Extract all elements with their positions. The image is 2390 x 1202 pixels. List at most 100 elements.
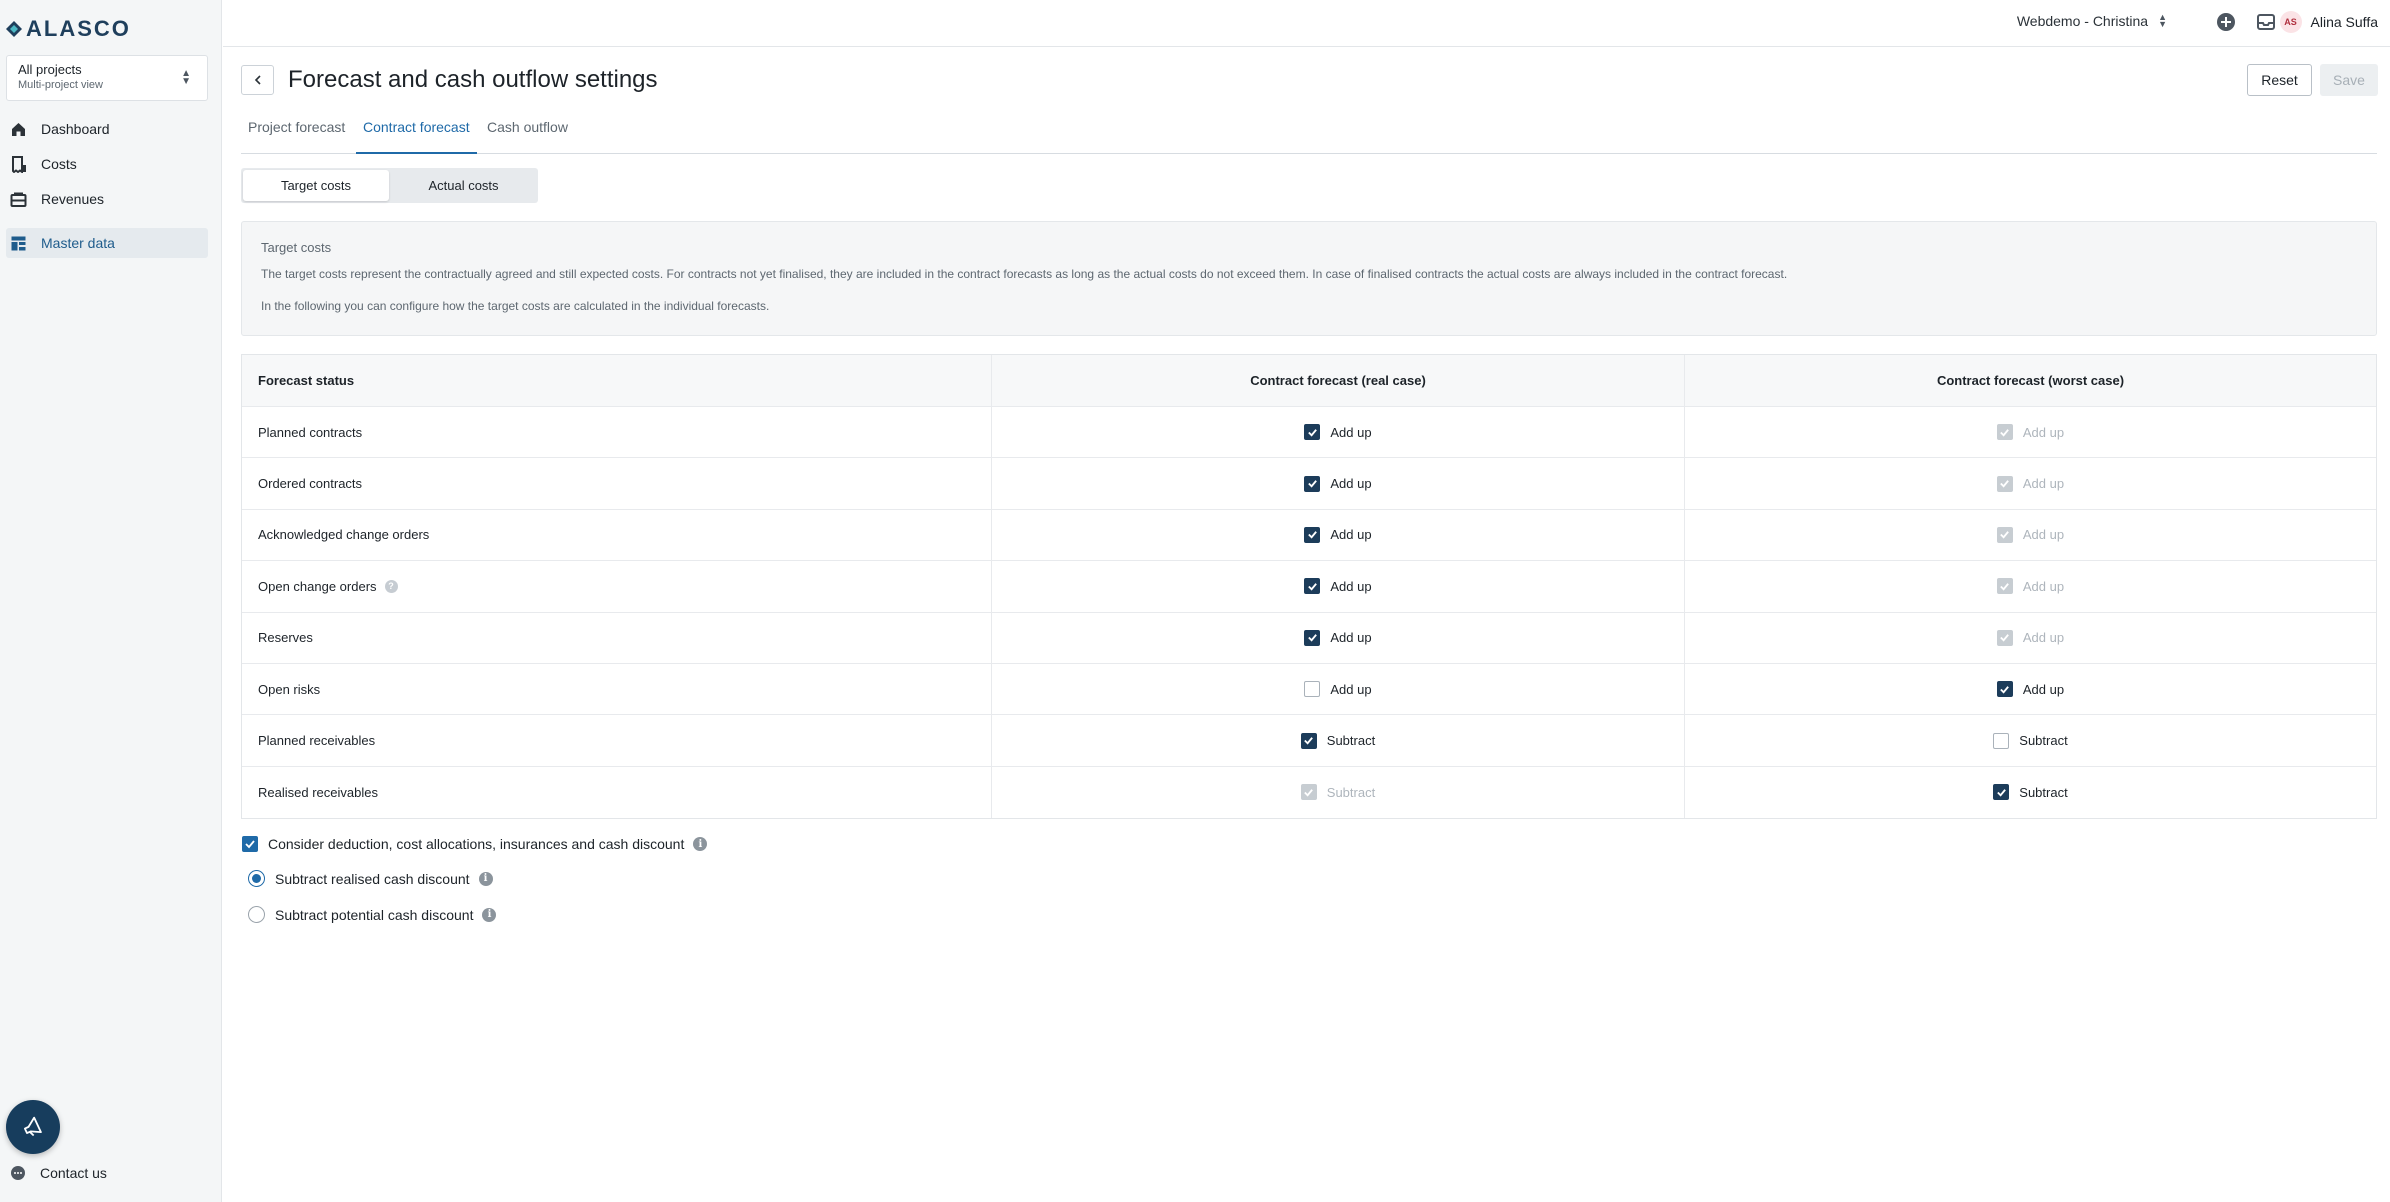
consider-deduction-checkbox[interactable]: Consider deduction, cost allocations, in… [242,836,708,852]
real-case-checkbox[interactable]: Add up [1304,526,1372,543]
updown-chevron-icon: ▲ ▼ [2158,12,2167,29]
real-case-checkbox[interactable]: Add up [1304,424,1372,441]
user-menu[interactable]: AS Alina Suffa [2279,11,2378,33]
sidebar-item-dashboard[interactable]: Dashboard [6,114,208,144]
checkbox-label: Add up [1330,681,1372,697]
forecast-status-cell: Open change orders ? [242,561,992,612]
receipt-icon [12,155,26,173]
table-row: Reserves Add up Add up [242,612,2376,664]
checkbox-checked-icon [1304,578,1321,595]
real-case-checkbox[interactable]: Add up [1304,681,1372,698]
forecast-status-cell: Planned contracts [242,407,992,458]
wallet-icon [10,192,27,207]
announcements-button[interactable] [6,1100,60,1154]
checkbox-checked-icon [242,836,258,852]
checkbox-checked-icon [1996,424,2013,441]
real-case-cell: Add up [992,509,1685,561]
add-circle-icon[interactable] [2215,11,2237,33]
column-header: Contract forecast (real case) [992,355,1685,406]
checkbox-checked-icon [1996,629,2013,646]
worst-case-cell: Add up [1685,613,2376,663]
megaphone-icon [24,1116,42,1137]
real-case-cell: Subtract [992,766,1685,819]
user-name: Alina Suffa [2310,14,2378,30]
actual-costs-toggle[interactable]: Actual costs [391,170,536,201]
subtract-potential-radio[interactable]: Subtract potential cash discount i [248,906,497,923]
info-icon[interactable]: i [482,907,497,922]
inbox-icon[interactable] [2255,11,2277,33]
real-case-checkbox[interactable]: Add up [1304,578,1372,595]
checkbox-label: Add up [1330,527,1372,543]
worst-case-checkbox[interactable]: Subtract [1993,784,2068,801]
checkbox-label: Add up [1330,578,1372,594]
checkbox-checked-icon [1300,732,1317,749]
checkbox-label: Subtract [2019,733,2068,749]
sidebar-item-label: Revenues [41,191,105,207]
reset-button[interactable]: Reset [2247,64,2312,96]
table-row: Realised receivables Subtract Subtract [242,766,2376,819]
subtract-realised-radio[interactable]: Subtract realised cash discount i [248,870,493,887]
checkbox-label: Subtract [1326,733,1376,749]
sidebar-item-master-data[interactable]: Master data [6,228,208,258]
forecast-status-label: Planned receivables [258,733,376,749]
radio-selected-icon [248,870,265,887]
table-row: Ordered contracts Add up Add up [242,458,2376,510]
subtract-potential-label: Subtract potential cash discount [275,906,474,923]
tab-cash-outflow[interactable]: Cash outflow [480,110,575,154]
help-icon[interactable]: ? [384,579,398,593]
worst-case-cell: Subtract [1685,715,2376,765]
info-icon[interactable]: i [693,837,708,851]
real-case-checkbox[interactable]: Add up [1304,629,1372,646]
radio-unselected-icon [248,906,265,923]
project-selector[interactable]: All projects Multi-project view ▲ ▼ [6,55,208,101]
contact-us-link[interactable]: Contact us [10,1165,107,1181]
real-case-cell: Subtract [992,715,1685,766]
real-case-cell: Add up [992,612,1685,663]
back-button[interactable] [241,65,274,95]
sidebar-item-label: Costs [41,156,77,172]
target-costs-toggle[interactable]: Target costs [243,170,389,201]
checkbox-label: Add up [1330,424,1372,440]
checkbox-checked-icon [1304,526,1321,543]
sidebar-item-label: Master data [41,235,115,251]
tab-project-forecast[interactable]: Project forecast [241,110,352,154]
worst-case-checkbox: Add up [1996,526,2064,543]
checkbox-label: Add up [2022,578,2065,594]
forecast-status-label: Ordered contracts [258,476,363,492]
worst-case-cell: Add up [1685,407,2376,457]
real-case-checkbox[interactable]: Add up [1304,475,1372,492]
real-case-cell: Add up [992,407,1685,458]
sidebar: ALASCO All projects Multi-project view ▲… [0,0,222,1202]
top-bar: Webdemo - Christina ▲ ▼ AS Alina Suffa [223,0,2390,47]
worst-case-cell: Add up [1685,510,2376,560]
sidebar-item-costs[interactable]: Costs [6,149,208,179]
real-case-checkbox: Subtract [1300,784,1375,801]
forecast-status-cell: Ordered contracts [242,458,992,509]
updown-chevron-icon: ▲ ▼ [181,68,191,87]
checkbox-empty-icon [1304,681,1321,698]
worst-case-checkbox[interactable]: Subtract [1993,732,2068,749]
worst-case-cell: Add up [1685,561,2376,611]
cost-type-toggle: Target costs Actual costs [241,168,538,203]
chat-icon [11,1166,25,1180]
real-case-checkbox[interactable]: Subtract [1300,732,1376,749]
worst-case-checkbox[interactable]: Add up [1996,681,2064,698]
forecast-status-label: Acknowledged change orders [258,527,430,543]
info-icon[interactable]: i [478,871,493,886]
company-selector[interactable]: Webdemo - Christina ▲ ▼ [2017,12,2167,30]
subtract-realised-label: Subtract realised cash discount [275,870,470,887]
forecast-status-cell: Realised receivables [242,766,992,819]
consider-deduction-label: Consider deduction, cost allocations, in… [268,836,685,852]
checkbox-label: Add up [1330,630,1372,646]
info-paragraph: The target costs represent the contractu… [261,267,1788,281]
real-case-cell: Add up [992,561,1685,612]
alasco-logo[interactable]: ALASCO [4,16,131,42]
tab-contract-forecast[interactable]: Contract forecast [356,110,477,154]
checkbox-empty-icon [1993,732,2010,749]
logo-text: ALASCO [26,16,131,41]
checkbox-checked-icon [1996,526,2013,543]
sidebar-item-revenues[interactable]: Revenues [6,184,208,214]
logo-mark-icon [6,21,22,37]
checkbox-label: Add up [2022,424,2065,440]
save-button[interactable]: Save [2320,64,2378,96]
